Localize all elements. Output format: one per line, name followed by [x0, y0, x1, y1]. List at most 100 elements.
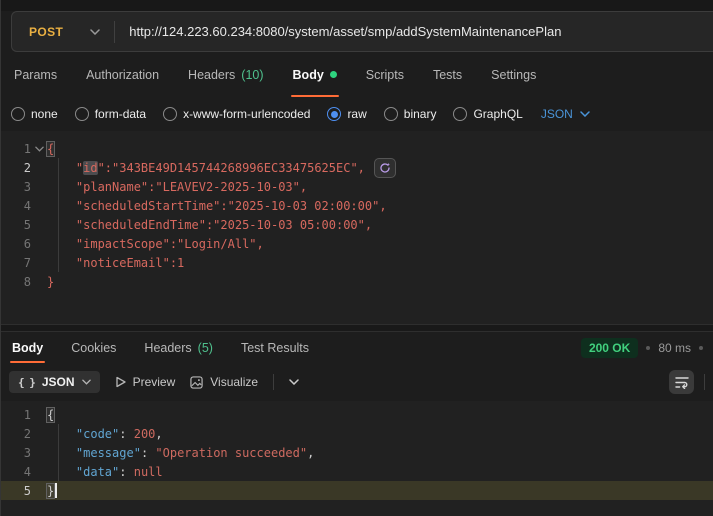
url-input[interactable]: http://124.223.60.234:8080/system/asset/…: [129, 24, 561, 39]
body-type-radio-raw[interactable]: raw: [327, 107, 366, 121]
visualize-label: Visualize: [210, 375, 258, 389]
separator-dot: [699, 346, 703, 350]
code-line-5[interactable]: 5}: [1, 481, 713, 500]
body-type-row: none form-data x-www-form-urlencoded raw bin…: [1, 97, 713, 131]
play-outline-icon: [115, 376, 126, 388]
code-text: {: [47, 142, 54, 156]
radio-icon: [163, 107, 177, 121]
code-text: "planName":"LEAVEV2-2025-10-03",: [47, 180, 307, 194]
tab-settings[interactable]: Settings: [490, 52, 537, 97]
code-line-2[interactable]: 2 "id":"343BE49D145744268996EC33475625EC…: [1, 158, 713, 177]
code-line-3[interactable]: 3 "planName":"LEAVEV2-2025-10-03",: [1, 177, 713, 196]
code-text: "data": null: [47, 465, 163, 479]
chevron-down-icon[interactable]: [289, 379, 299, 385]
top-strip: [1, 0, 713, 11]
tab-tests[interactable]: Tests: [432, 52, 463, 97]
body-type-radio-binary[interactable]: binary: [384, 107, 437, 121]
radio-label: form-data: [95, 107, 146, 121]
request-tabs: Params Authorization Headers(10) Body Script…: [1, 52, 713, 97]
line-number: 1: [1, 142, 31, 156]
rest-client-window: POST http://124.223.60.234:8080/system/a…: [0, 0, 713, 516]
response-tabs: Body Cookies Headers(5) Test Results 200 OK…: [1, 332, 713, 363]
indent-guide: [58, 158, 59, 272]
radio-icon: [75, 107, 89, 121]
code-text: "message": "Operation succeeded",: [47, 446, 314, 460]
body-type-radio-none[interactable]: none: [11, 107, 58, 121]
chevron-down-icon: [580, 111, 590, 117]
response-format-dropdown[interactable]: { } JSON: [9, 371, 100, 393]
tab-headers[interactable]: Headers(10): [187, 52, 264, 97]
radio-icon: [453, 107, 467, 121]
request-body-editor[interactable]: 1{2 "id":"343BE49D145744268996EC33475625…: [1, 131, 713, 324]
radio-label: none: [31, 107, 58, 121]
tab-test-results[interactable]: Test Results: [240, 332, 310, 363]
tab-label: Tests: [433, 68, 462, 82]
tab-label: Body: [293, 68, 324, 82]
tab-label: Headers: [144, 341, 191, 355]
response-time[interactable]: 80 ms: [658, 341, 691, 355]
tab-headers[interactable]: Headers(5): [143, 332, 214, 363]
code-text: {: [47, 408, 54, 422]
tab-body[interactable]: Body: [11, 332, 44, 363]
code-line-1[interactable]: 1{: [1, 139, 713, 158]
preview-button[interactable]: Preview: [115, 375, 176, 389]
line-number: 2: [1, 161, 31, 175]
image-icon: [190, 376, 203, 389]
line-number: 2: [1, 427, 31, 441]
body-type-radio-form-data[interactable]: form-data: [75, 107, 146, 121]
tab-label: Body: [12, 341, 43, 355]
code-line-7[interactable]: 7 "noticeEmail":1: [1, 253, 713, 272]
radio-label: GraphQL: [473, 107, 522, 121]
line-number: 4: [1, 199, 31, 213]
visualize-button[interactable]: Visualize: [190, 375, 258, 389]
code-text: "noticeEmail":1: [47, 256, 184, 270]
code-line-4[interactable]: 4 "scheduledStartTime":"2025-10-03 02:00…: [1, 196, 713, 215]
code-line-5[interactable]: 5 "scheduledEndTime":"2025-10-03 05:00:0…: [1, 215, 713, 234]
tab-authorization[interactable]: Authorization: [85, 52, 160, 97]
raw-language-dropdown[interactable]: JSON: [541, 107, 590, 121]
fold-chevron-icon[interactable]: [31, 146, 47, 152]
code-line-2[interactable]: 2 "code": 200,: [1, 424, 713, 443]
toolbar-divider: [273, 374, 274, 390]
tab-label: Headers: [188, 68, 235, 82]
wrap-text-button[interactable]: [669, 370, 694, 394]
line-number: 8: [1, 275, 31, 289]
code-text: "id":"343BE49D145744268996EC33475625EC",: [47, 161, 365, 175]
tab-cookies[interactable]: Cookies: [70, 332, 117, 363]
response-body-editor[interactable]: 1{2 "code": 200,3 "message": "Operation …: [1, 401, 713, 516]
code-text: "scheduledEndTime":"2025-10-03 05:00:00"…: [47, 218, 372, 232]
separator-dot: [646, 346, 650, 350]
code-line-3[interactable]: 3 "message": "Operation succeeded",: [1, 443, 713, 462]
code-line-6[interactable]: 6 "impactScope":"Login/All",: [1, 234, 713, 253]
tab-label: Authorization: [86, 68, 159, 82]
radio-icon: [384, 107, 398, 121]
vault-icon[interactable]: [374, 158, 396, 178]
tab-scripts[interactable]: Scripts: [365, 52, 405, 97]
radio-label: raw: [347, 107, 366, 121]
code-line-1[interactable]: 1{: [1, 405, 713, 424]
body-type-radio-graphql[interactable]: GraphQL: [453, 107, 522, 121]
text-cursor: [55, 483, 57, 498]
url-divider: [114, 21, 115, 43]
tab-label: Test Results: [241, 341, 309, 355]
code-text: "code": 200,: [47, 427, 163, 441]
body-type-radio-x-www-form-urlencoded[interactable]: x-www-form-urlencoded: [163, 107, 310, 121]
tab-params[interactable]: Params: [13, 52, 58, 97]
code-line-8[interactable]: 8}: [1, 272, 713, 291]
line-number: 3: [1, 180, 31, 194]
code-text: }: [47, 275, 54, 289]
code-line-4[interactable]: 4 "data": null: [1, 462, 713, 481]
tab-label: Cookies: [71, 341, 116, 355]
tab-body[interactable]: Body: [292, 52, 338, 97]
radio-icon: [11, 107, 25, 121]
radio-label: binary: [404, 107, 437, 121]
chevron-down-icon: [82, 379, 91, 385]
status-badge[interactable]: 200 OK: [581, 338, 638, 358]
response-toolbar: { } JSON Preview Visualize: [1, 363, 713, 401]
pane-divider[interactable]: [1, 324, 713, 332]
code-text: }: [47, 483, 57, 498]
chevron-down-icon[interactable]: [90, 29, 100, 35]
line-number: 5: [1, 484, 31, 498]
tab-label: Params: [14, 68, 57, 82]
method-selector[interactable]: POST: [12, 25, 63, 39]
